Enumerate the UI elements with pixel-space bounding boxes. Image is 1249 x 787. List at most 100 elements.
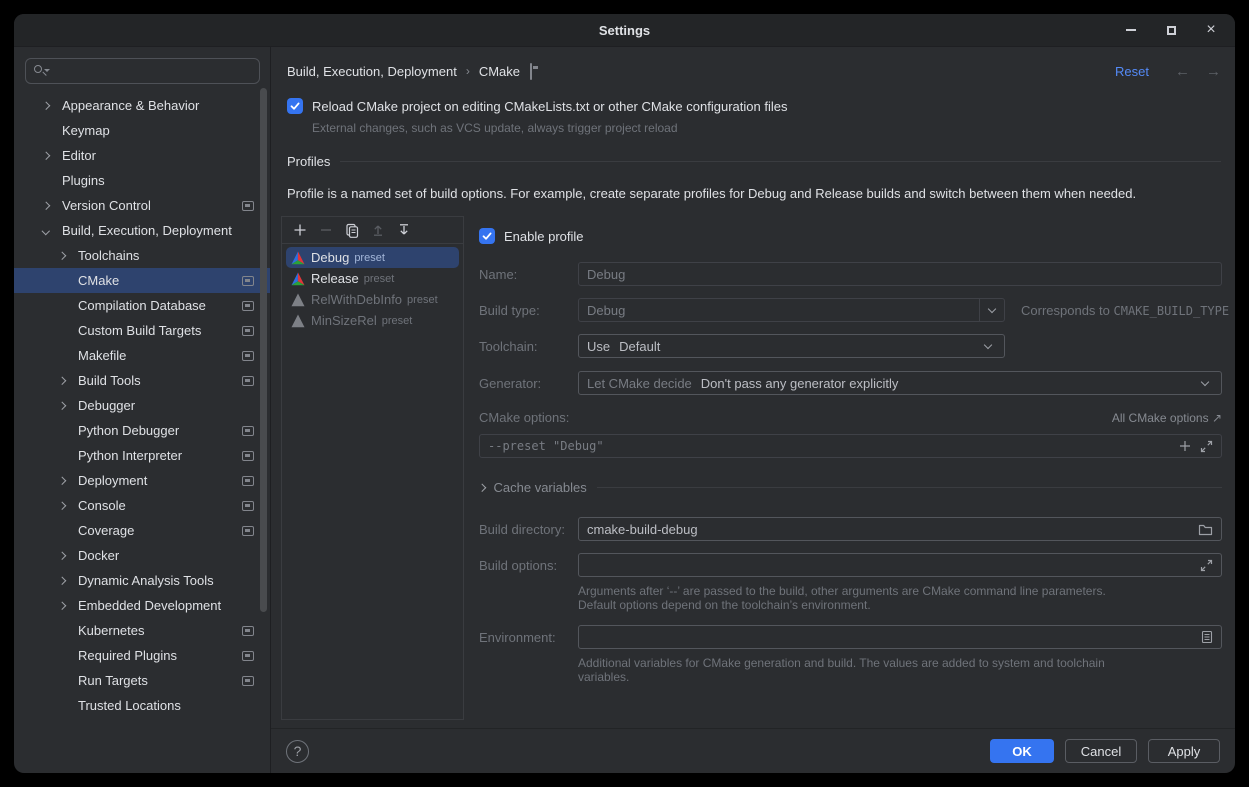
profiles-section-title: Profiles (287, 154, 1221, 169)
sidebar-item-embedded-development[interactable]: Embedded Development (14, 593, 270, 618)
profile-row-debug[interactable]: Debug preset (286, 247, 459, 268)
close-button[interactable]: × (1203, 22, 1219, 38)
cmake-options-label: CMake options: (479, 410, 569, 425)
ok-button[interactable]: OK (990, 739, 1054, 763)
add-option-button[interactable] (1178, 439, 1192, 453)
sidebar-item-custom-build-targets[interactable]: Custom Build Targets (14, 318, 270, 343)
enable-profile-checkbox[interactable] (479, 228, 495, 244)
plus-icon (1178, 439, 1192, 453)
sidebar-item-cmake[interactable]: CMake (14, 268, 270, 293)
sidebar-item-makefile[interactable]: Makefile (14, 343, 270, 368)
build-type-select[interactable]: Debug (578, 298, 1005, 322)
sidebar-item-build-tools[interactable]: Build Tools (14, 368, 270, 393)
arrow-up-bar-icon (370, 222, 386, 238)
environment-variables-button[interactable] (1201, 630, 1213, 644)
profile-row-release[interactable]: Release preset (286, 268, 459, 289)
cmake-icon (291, 272, 305, 286)
sidebar-item-toolchains[interactable]: Toolchains (14, 243, 270, 268)
expand-field-button[interactable] (1200, 440, 1213, 453)
sidebar-item-docker[interactable]: Docker (14, 543, 270, 568)
name-field[interactable]: Debug (578, 262, 1222, 286)
in-project-badge-icon (242, 626, 254, 636)
sidebar-item-dynamic-analysis-tools[interactable]: Dynamic Analysis Tools (14, 568, 270, 593)
add-profile-button[interactable] (291, 222, 308, 239)
close-icon: × (1206, 22, 1215, 38)
sidebar-item-build-execution-deployment[interactable]: Build, Execution, Deployment (14, 218, 270, 243)
reload-cmake-checkbox[interactable] (287, 98, 303, 114)
copy-profile-button[interactable] (343, 222, 360, 239)
sidebar-item-editor[interactable]: Editor (14, 143, 270, 168)
sidebar-item-version-control[interactable]: Version Control (14, 193, 270, 218)
toolchain-label: Toolchain: (479, 339, 578, 354)
back-arrow-icon[interactable]: ← (1175, 63, 1190, 80)
settings-dialog: Settings × Appearance & Behavior Keymap … (14, 14, 1235, 773)
sidebar-item-appearance-behavior[interactable]: Appearance & Behavior (14, 93, 270, 118)
maximize-button[interactable] (1163, 22, 1179, 38)
reset-link[interactable]: Reset (1115, 64, 1149, 79)
cache-variables-section[interactable]: Cache variables (479, 480, 1222, 495)
checkmark-icon (481, 230, 493, 242)
breadcrumb-parent[interactable]: Build, Execution, Deployment (287, 64, 457, 79)
maximize-icon (1167, 26, 1176, 35)
minus-icon (318, 222, 334, 238)
settings-tree: Appearance & Behavior Keymap Editor Plug… (14, 93, 270, 718)
search-icon (33, 64, 49, 78)
generator-label: Generator: (479, 376, 578, 391)
chevron-right-icon (54, 553, 70, 559)
sidebar-item-python-interpreter[interactable]: Python Interpreter (14, 443, 270, 468)
generator-select[interactable]: Let CMake decide Don't pass any generato… (578, 371, 1222, 395)
build-directory-field[interactable]: cmake-build-debug (578, 517, 1222, 541)
move-up-button[interactable] (369, 222, 386, 239)
chevron-down-icon (979, 299, 1004, 321)
apply-button[interactable]: Apply (1148, 739, 1220, 763)
sidebar-item-run-targets[interactable]: Run Targets (14, 668, 270, 693)
build-options-field[interactable] (578, 553, 1222, 577)
toolchain-select[interactable]: Use Default (578, 334, 1005, 358)
sidebar-item-plugins[interactable]: Plugins (14, 168, 270, 193)
sidebar-item-trusted-locations[interactable]: Trusted Locations (14, 693, 270, 718)
checkmark-icon (289, 100, 301, 112)
remove-profile-button[interactable] (317, 222, 334, 239)
minimize-button[interactable] (1123, 22, 1139, 38)
all-cmake-options-link[interactable]: All CMake options ↗ (1112, 411, 1222, 425)
sidebar-item-kubernetes[interactable]: Kubernetes (14, 618, 270, 643)
profile-row-minsizerel[interactable]: MinSizeRel preset (286, 310, 459, 331)
sidebar-item-python-debugger[interactable]: Python Debugger (14, 418, 270, 443)
enable-profile-label: Enable profile (504, 229, 584, 244)
chevron-right-icon (54, 578, 70, 584)
expand-icon (1200, 440, 1213, 453)
in-project-badge-icon (242, 276, 254, 286)
browse-folder-button[interactable] (1198, 523, 1213, 536)
move-down-button[interactable] (395, 222, 412, 239)
profile-row-relwithdebinfo[interactable]: RelWithDebInfo preset (286, 289, 459, 310)
sidebar-item-debugger[interactable]: Debugger (14, 393, 270, 418)
chevron-down-icon (1197, 382, 1213, 385)
in-project-badge-icon (242, 376, 254, 386)
sidebar-item-compilation-database[interactable]: Compilation Database (14, 293, 270, 318)
cancel-button[interactable]: Cancel (1065, 739, 1137, 763)
sidebar-item-coverage[interactable]: Coverage (14, 518, 270, 543)
expand-field-button[interactable] (1200, 559, 1213, 572)
in-project-badge-icon (530, 64, 532, 79)
sidebar-item-deployment[interactable]: Deployment (14, 468, 270, 493)
titlebar: Settings × (14, 14, 1235, 47)
forward-arrow-icon[interactable]: → (1206, 63, 1221, 80)
sidebar-scrollbar[interactable] (260, 88, 267, 612)
plus-icon (292, 222, 308, 238)
cmake-options-field[interactable]: --preset "Debug" (479, 434, 1222, 458)
in-project-badge-icon (242, 476, 254, 486)
sidebar-item-console[interactable]: Console (14, 493, 270, 518)
in-project-badge-icon (242, 301, 254, 311)
help-button[interactable]: ? (286, 740, 309, 763)
build-type-note: Corresponds to CMAKE_BUILD_TYPE (1021, 303, 1229, 318)
breadcrumb-current: CMake (479, 64, 520, 79)
sidebar-item-keymap[interactable]: Keymap (14, 118, 270, 143)
dialog-footer: ? OK Cancel Apply (271, 728, 1235, 773)
question-icon: ? (294, 743, 302, 759)
environment-field[interactable] (578, 625, 1222, 649)
sidebar-item-required-plugins[interactable]: Required Plugins (14, 643, 270, 668)
cmake-icon (291, 251, 305, 265)
external-link-icon: ↗ (1212, 411, 1222, 425)
build-directory-label: Build directory: (479, 522, 578, 537)
search-input[interactable] (25, 58, 260, 84)
